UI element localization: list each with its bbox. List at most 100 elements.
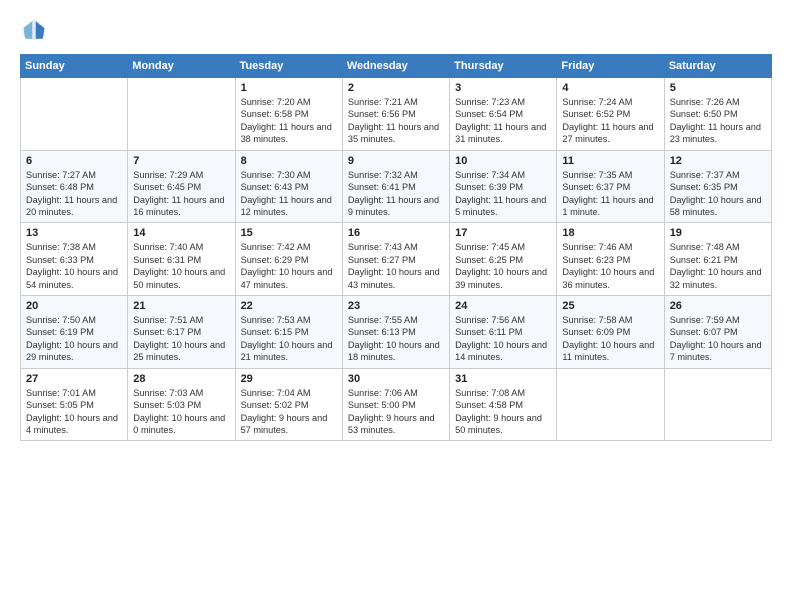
page: SundayMondayTuesdayWednesdayThursdayFrid… bbox=[0, 0, 792, 612]
calendar-cell: 30 Sunrise: 7:06 AM Sunset: 5:00 PM Dayli… bbox=[342, 368, 449, 441]
calendar-cell: 12Sunrise: 7:37 AM Sunset: 6:35 PM Dayli… bbox=[664, 150, 771, 223]
day-info: Sunrise: 7:55 AM Sunset: 6:13 PM Dayligh… bbox=[348, 314, 444, 364]
day-info: Sunrise: 7:34 AM Sunset: 6:39 PM Dayligh… bbox=[455, 169, 551, 219]
day-number: 7 bbox=[133, 155, 229, 167]
day-info: Sunrise: 7:48 AM Sunset: 6:21 PM Dayligh… bbox=[670, 241, 766, 291]
calendar-cell: 17 Sunrise: 7:45 AM Sunset: 6:25 PM Dayli… bbox=[450, 223, 557, 296]
calendar-cell: 28 Sunrise: 7:03 AM Sunset: 5:03 PM Dayli… bbox=[128, 368, 235, 441]
day-info: Sunrise: 7:42 AM Sunset: 6:29 PM Dayligh… bbox=[241, 241, 337, 291]
day-number: 31 bbox=[455, 373, 551, 385]
calendar-cell: 10 Sunrise: 7:34 AM Sunset: 6:39 PM Dayli… bbox=[450, 150, 557, 223]
calendar-cell: 3Sunrise: 7:23 AM Sunset: 6:54 PM Daylig… bbox=[450, 78, 557, 151]
weekday-header-friday: Friday bbox=[557, 55, 664, 78]
day-info: Sunrise: 7:30 AM Sunset: 6:43 PM Dayligh… bbox=[241, 169, 337, 219]
calendar-cell: 19 Sunrise: 7:48 AM Sunset: 6:21 PM Dayli… bbox=[664, 223, 771, 296]
calendar-cell: 13 Sunrise: 7:38 AM Sunset: 6:33 PM Dayli… bbox=[21, 223, 128, 296]
calendar-cell: 16Sunrise: 7:43 AM Sunset: 6:27 PM Dayli… bbox=[342, 223, 449, 296]
day-info: Sunrise: 7:01 AM Sunset: 5:05 PM Dayligh… bbox=[26, 387, 122, 437]
day-info: Sunrise: 7:24 AM Sunset: 6:52 PM Dayligh… bbox=[562, 96, 658, 146]
day-info: Sunrise: 7:58 AM Sunset: 6:09 PM Dayligh… bbox=[562, 314, 658, 364]
day-number: 14 bbox=[133, 227, 229, 239]
calendar: SundayMondayTuesdayWednesdayThursdayFrid… bbox=[20, 54, 772, 441]
calendar-cell: 9 Sunrise: 7:32 AM Sunset: 6:41 PM Daylig… bbox=[342, 150, 449, 223]
day-number: 24 bbox=[455, 300, 551, 312]
calendar-cell: 11 Sunrise: 7:35 AM Sunset: 6:37 PM Dayli… bbox=[557, 150, 664, 223]
day-number: 15 bbox=[241, 227, 337, 239]
day-number: 8 bbox=[241, 155, 337, 167]
week-row-4: 20 Sunrise: 7:50 AM Sunset: 6:19 PM Dayli… bbox=[21, 296, 772, 369]
day-info: Sunrise: 7:27 AM Sunset: 6:48 PM Dayligh… bbox=[26, 169, 122, 219]
day-info: Sunrise: 7:35 AM Sunset: 6:37 PM Dayligh… bbox=[562, 169, 658, 219]
calendar-cell bbox=[21, 78, 128, 151]
calendar-cell: 6 Sunrise: 7:27 AM Sunset: 6:48 PM Daylig… bbox=[21, 150, 128, 223]
day-info: Sunrise: 7:51 AM Sunset: 6:17 PM Dayligh… bbox=[133, 314, 229, 364]
day-number: 28 bbox=[133, 373, 229, 385]
day-number: 23 bbox=[348, 300, 444, 312]
day-info: Sunrise: 7:40 AM Sunset: 6:31 PM Dayligh… bbox=[133, 241, 229, 291]
day-info: Sunrise: 7:21 AM Sunset: 6:56 PM Dayligh… bbox=[348, 96, 444, 146]
day-info: Sunrise: 7:32 AM Sunset: 6:41 PM Dayligh… bbox=[348, 169, 444, 219]
day-info: Sunrise: 7:26 AM Sunset: 6:50 PM Dayligh… bbox=[670, 96, 766, 146]
day-number: 1 bbox=[241, 82, 337, 94]
calendar-cell: 4 Sunrise: 7:24 AM Sunset: 6:52 PM Daylig… bbox=[557, 78, 664, 151]
day-number: 27 bbox=[26, 373, 122, 385]
day-info: Sunrise: 7:59 AM Sunset: 6:07 PM Dayligh… bbox=[670, 314, 766, 364]
day-info: Sunrise: 7:56 AM Sunset: 6:11 PM Dayligh… bbox=[455, 314, 551, 364]
logo-icon bbox=[20, 16, 48, 44]
day-number: 30 bbox=[348, 373, 444, 385]
day-info: Sunrise: 7:53 AM Sunset: 6:15 PM Dayligh… bbox=[241, 314, 337, 364]
calendar-cell: 27 Sunrise: 7:01 AM Sunset: 5:05 PM Dayli… bbox=[21, 368, 128, 441]
week-row-3: 13 Sunrise: 7:38 AM Sunset: 6:33 PM Dayli… bbox=[21, 223, 772, 296]
day-number: 2 bbox=[348, 82, 444, 94]
day-info: Sunrise: 7:08 AM Sunset: 4:58 PM Dayligh… bbox=[455, 387, 551, 437]
weekday-header-wednesday: Wednesday bbox=[342, 55, 449, 78]
calendar-cell: 20 Sunrise: 7:50 AM Sunset: 6:19 PM Dayli… bbox=[21, 296, 128, 369]
calendar-cell: 31 Sunrise: 7:08 AM Sunset: 4:58 PM Dayli… bbox=[450, 368, 557, 441]
day-number: 16 bbox=[348, 227, 444, 239]
weekday-header-thursday: Thursday bbox=[450, 55, 557, 78]
week-row-1: 1 Sunrise: 7:20 AM Sunset: 6:58 PM Daylig… bbox=[21, 78, 772, 151]
week-row-5: 27 Sunrise: 7:01 AM Sunset: 5:05 PM Dayli… bbox=[21, 368, 772, 441]
calendar-cell: 8 Sunrise: 7:30 AM Sunset: 6:43 PM Daylig… bbox=[235, 150, 342, 223]
calendar-cell: 25 Sunrise: 7:58 AM Sunset: 6:09 PM Dayli… bbox=[557, 296, 664, 369]
day-number: 26 bbox=[670, 300, 766, 312]
calendar-cell: 26 Sunrise: 7:59 AM Sunset: 6:07 PM Dayli… bbox=[664, 296, 771, 369]
day-number: 18 bbox=[562, 227, 658, 239]
day-number: 5 bbox=[670, 82, 766, 94]
day-info: Sunrise: 7:06 AM Sunset: 5:00 PM Dayligh… bbox=[348, 387, 444, 437]
calendar-cell: 29Sunrise: 7:04 AM Sunset: 5:02 PM Dayli… bbox=[235, 368, 342, 441]
weekday-header-tuesday: Tuesday bbox=[235, 55, 342, 78]
day-info: Sunrise: 7:03 AM Sunset: 5:03 PM Dayligh… bbox=[133, 387, 229, 437]
day-number: 10 bbox=[455, 155, 551, 167]
calendar-cell: 2 Sunrise: 7:21 AM Sunset: 6:56 PM Daylig… bbox=[342, 78, 449, 151]
day-info: Sunrise: 7:45 AM Sunset: 6:25 PM Dayligh… bbox=[455, 241, 551, 291]
calendar-cell bbox=[557, 368, 664, 441]
day-number: 9 bbox=[348, 155, 444, 167]
day-number: 21 bbox=[133, 300, 229, 312]
calendar-cell bbox=[128, 78, 235, 151]
day-info: Sunrise: 7:20 AM Sunset: 6:58 PM Dayligh… bbox=[241, 96, 337, 146]
day-info: Sunrise: 7:23 AM Sunset: 6:54 PM Dayligh… bbox=[455, 96, 551, 146]
calendar-cell: 7 Sunrise: 7:29 AM Sunset: 6:45 PM Daylig… bbox=[128, 150, 235, 223]
day-info: Sunrise: 7:38 AM Sunset: 6:33 PM Dayligh… bbox=[26, 241, 122, 291]
calendar-cell: 18Sunrise: 7:46 AM Sunset: 6:23 PM Dayli… bbox=[557, 223, 664, 296]
calendar-cell: 1 Sunrise: 7:20 AM Sunset: 6:58 PM Daylig… bbox=[235, 78, 342, 151]
weekday-header-monday: Monday bbox=[128, 55, 235, 78]
day-info: Sunrise: 7:29 AM Sunset: 6:45 PM Dayligh… bbox=[133, 169, 229, 219]
calendar-cell: 23 Sunrise: 7:55 AM Sunset: 6:13 PM Dayli… bbox=[342, 296, 449, 369]
day-info: Sunrise: 7:50 AM Sunset: 6:19 PM Dayligh… bbox=[26, 314, 122, 364]
day-number: 20 bbox=[26, 300, 122, 312]
weekday-header-row: SundayMondayTuesdayWednesdayThursdayFrid… bbox=[21, 55, 772, 78]
day-number: 17 bbox=[455, 227, 551, 239]
day-number: 25 bbox=[562, 300, 658, 312]
week-row-2: 6 Sunrise: 7:27 AM Sunset: 6:48 PM Daylig… bbox=[21, 150, 772, 223]
day-number: 13 bbox=[26, 227, 122, 239]
day-number: 11 bbox=[562, 155, 658, 167]
day-number: 22 bbox=[241, 300, 337, 312]
day-number: 19 bbox=[670, 227, 766, 239]
day-number: 6 bbox=[26, 155, 122, 167]
day-number: 12 bbox=[670, 155, 766, 167]
day-number: 4 bbox=[562, 82, 658, 94]
weekday-header-saturday: Saturday bbox=[664, 55, 771, 78]
logo bbox=[20, 16, 52, 44]
